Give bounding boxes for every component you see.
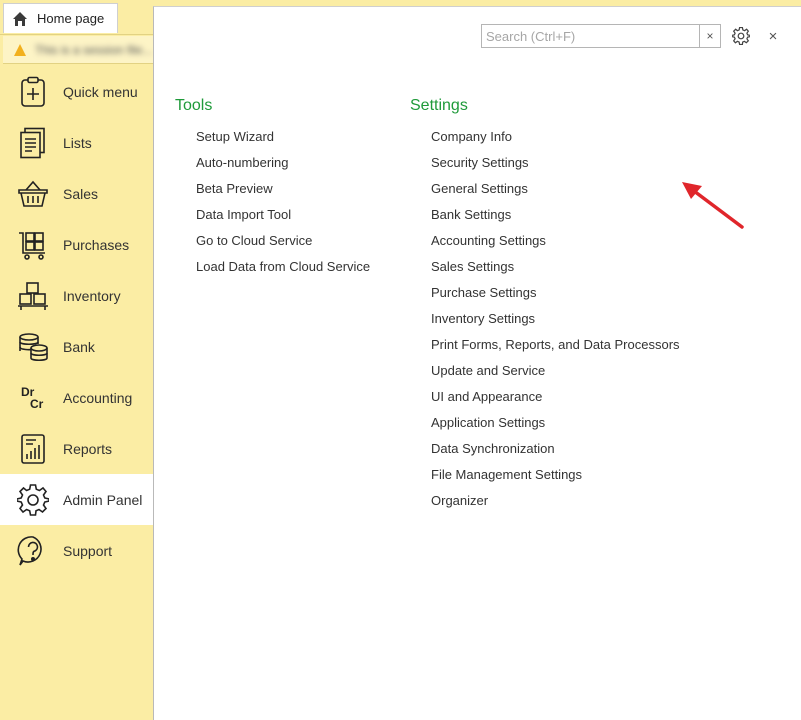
sidebar-item-quick-menu[interactable]: Quick menu <box>0 66 153 117</box>
tools-title: Tools <box>175 97 213 114</box>
tools-section: Tools Setup Wizard Auto-numbering Beta P… <box>175 96 370 283</box>
tab-home-label: Home page <box>37 11 105 26</box>
settings-title: Settings <box>410 97 468 114</box>
sidebar-item-purchases[interactable]: Purchases <box>0 219 153 270</box>
tools-link-go-to-cloud-service[interactable]: Go to Cloud Service <box>196 231 370 257</box>
search-input[interactable] <box>482 25 700 47</box>
sidebar-item-label: Support <box>63 542 113 559</box>
settings-link-application-settings[interactable]: Application Settings <box>431 413 680 439</box>
notice-bar: This is a session file... <box>3 36 153 64</box>
report-chart-icon <box>16 432 50 466</box>
document-list-icon <box>16 126 50 160</box>
sidebar-item-bank[interactable]: Bank <box>0 321 153 372</box>
coins-icon <box>16 330 50 364</box>
help-icon <box>16 534 50 568</box>
sidebar-item-lists[interactable]: Lists <box>0 117 153 168</box>
dr-cr-icon: Dr Cr <box>16 381 50 415</box>
sidebar-item-accounting[interactable]: Dr Cr Accounting <box>0 372 153 423</box>
svg-text:Cr: Cr <box>30 397 44 411</box>
search-clear-button[interactable]: × <box>699 25 720 47</box>
settings-section: Settings Company Info Security Settings … <box>410 96 680 517</box>
sidebar-item-sales[interactable]: Sales <box>0 168 153 219</box>
sidebar-item-label: Admin Panel <box>63 491 143 508</box>
tools-link-data-import-tool[interactable]: Data Import Tool <box>196 205 370 231</box>
settings-link-inventory-settings[interactable]: Inventory Settings <box>431 309 680 335</box>
tab-home-page[interactable]: Home page <box>3 3 118 33</box>
boxes-icon <box>16 279 50 313</box>
settings-link-bank-settings[interactable]: Bank Settings <box>431 205 680 231</box>
sidebar-item-label: Sales <box>63 185 99 202</box>
panel-settings-button[interactable] <box>731 26 751 46</box>
settings-link-purchase-settings[interactable]: Purchase Settings <box>431 283 680 309</box>
settings-link-security-settings[interactable]: Security Settings <box>431 153 680 179</box>
sidebar-item-label: Lists <box>63 134 92 151</box>
settings-link-update-and-service[interactable]: Update and Service <box>431 361 680 387</box>
sidebar-item-label: Quick menu <box>63 83 138 100</box>
gear-icon <box>732 27 750 45</box>
sidebar-item-inventory[interactable]: Inventory <box>0 270 153 321</box>
settings-link-company-info[interactable]: Company Info <box>431 127 680 153</box>
annotation-arrow-icon <box>682 182 744 229</box>
warning-icon <box>13 43 27 57</box>
settings-link-print-forms[interactable]: Print Forms, Reports, and Data Processor… <box>431 335 680 361</box>
settings-link-sales-settings[interactable]: Sales Settings <box>431 257 680 283</box>
settings-list: Company Info Security Settings General S… <box>410 127 680 517</box>
settings-link-file-management[interactable]: File Management Settings <box>431 465 680 491</box>
home-icon <box>12 11 28 27</box>
settings-link-data-synchronization[interactable]: Data Synchronization <box>431 439 680 465</box>
panel-close-button[interactable]: × <box>765 26 781 46</box>
tools-link-auto-numbering[interactable]: Auto-numbering <box>196 153 370 179</box>
tools-link-beta-preview[interactable]: Beta Preview <box>196 179 370 205</box>
tools-link-setup-wizard[interactable]: Setup Wizard <box>196 127 370 153</box>
clipboard-plus-icon <box>16 75 50 109</box>
settings-link-organizer[interactable]: Organizer <box>431 491 680 517</box>
settings-link-accounting-settings[interactable]: Accounting Settings <box>431 231 680 257</box>
sidebar: Quick menu Lists Sales Purchases Invento… <box>0 66 153 576</box>
tools-link-load-data-from-cloud[interactable]: Load Data from Cloud Service <box>196 257 370 283</box>
gear-icon <box>16 483 50 517</box>
sidebar-item-admin-panel[interactable]: Admin Panel <box>0 474 153 525</box>
sidebar-item-label: Reports <box>63 440 113 457</box>
tools-list: Setup Wizard Auto-numbering Beta Preview… <box>175 127 370 283</box>
notice-text: This is a session file... <box>35 42 153 57</box>
basket-icon <box>16 177 50 211</box>
sidebar-item-reports[interactable]: Reports <box>0 423 153 474</box>
admin-panel: × × Tools Setup Wizard Auto-numbering Be… <box>153 6 801 720</box>
sidebar-item-label: Bank <box>63 338 95 355</box>
search-box: × <box>481 24 721 48</box>
sidebar-item-label: Purchases <box>63 236 130 253</box>
settings-link-general-settings[interactable]: General Settings <box>431 179 680 205</box>
sidebar-item-support[interactable]: Support <box>0 525 153 576</box>
settings-link-ui-and-appearance[interactable]: UI and Appearance <box>431 387 680 413</box>
sidebar-item-label: Inventory <box>63 287 121 304</box>
cart-boxes-icon <box>16 228 50 262</box>
sidebar-item-label: Accounting <box>63 389 133 406</box>
